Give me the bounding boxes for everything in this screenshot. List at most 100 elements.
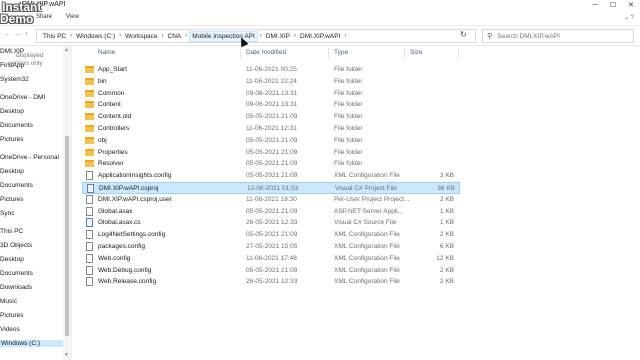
- file-name: Content.old: [98, 113, 132, 121]
- address-bar[interactable]: This PC › Windows (C:) › Workspace › CNA…: [36, 29, 476, 43]
- nav-item[interactable]: Pictures: [0, 312, 23, 319]
- chevron-down-icon[interactable]: ⌄ ?: [624, 14, 634, 21]
- table-row[interactable]: packages.config 27-05-2021 15:05 XML Confi…: [82, 241, 460, 253]
- nav-item[interactable]: Desktop: [0, 168, 24, 175]
- nav-item[interactable]: Documents: [0, 182, 33, 189]
- chevron-right-icon[interactable]: ›: [294, 33, 296, 39]
- cs-file-icon: [86, 218, 93, 228]
- table-row[interactable]: Web.config 11-06-2021 17:48 XML Configurat…: [82, 253, 460, 265]
- nav-scrollbar[interactable]: ▲ ▼: [63, 46, 71, 360]
- tab-share[interactable]: Share: [36, 14, 52, 20]
- table-row[interactable]: Web.Debug.config 05-05-2021 21:09 XML Conf…: [82, 265, 460, 277]
- column-header-date[interactable]: Date modified: [246, 49, 286, 56]
- file-icon: [86, 206, 93, 216]
- table-row[interactable]: obj 05-05-2021 21:09 File folder: [82, 135, 460, 147]
- search-icon: ⚲: [487, 33, 493, 40]
- table-row[interactable]: Resolver 05-05-2021 21:09 File folder: [82, 158, 460, 170]
- breadcrumb-dmi-xip[interactable]: DMI.XIP: [264, 32, 292, 41]
- file-type: File folder: [334, 66, 363, 73]
- column-header-name[interactable]: Name: [98, 49, 115, 56]
- nav-item[interactable]: Pictures: [0, 136, 23, 143]
- column-header-type[interactable]: Type: [334, 49, 348, 56]
- nav-item[interactable]: Desktop: [0, 256, 24, 263]
- column-divider[interactable]: [240, 48, 241, 59]
- nav-item[interactable]: Sync: [0, 210, 14, 217]
- scroll-down-icon[interactable]: ▼: [64, 352, 69, 358]
- table-row[interactable]: Controllers 11-06-2021 12:31 File folder: [82, 123, 460, 135]
- file-type: File folder: [334, 113, 363, 121]
- file-type: ASP.NET Server Appli...: [334, 207, 404, 215]
- column-divider[interactable]: [404, 48, 405, 59]
- table-row[interactable]: App_Start 11-06-2021 00:25 File folder: [82, 64, 460, 76]
- search-input[interactable]: [497, 32, 628, 40]
- file-name: Controllers: [98, 125, 130, 132]
- close-button[interactable]: ✕: [622, 0, 640, 10]
- breadcrumb-dmi-xip-wapi[interactable]: DMI.XIP.wAPI: [298, 32, 342, 41]
- nav-item[interactable]: Downloads: [0, 284, 32, 291]
- nav-item[interactable]: This PC: [0, 228, 23, 235]
- file-name: Content: [98, 101, 121, 109]
- up-arrow-icon[interactable]: ↑: [25, 31, 29, 38]
- file-name: packages.config: [98, 243, 145, 250]
- chevron-right-icon[interactable]: ›: [185, 33, 187, 39]
- breadcrumb-this-pc[interactable]: This PC: [41, 32, 68, 41]
- nav-item[interactable]: FirstApp: [0, 62, 24, 69]
- chevron-right-icon[interactable]: ›: [119, 33, 121, 39]
- file-size: 1 KB: [439, 219, 454, 227]
- search-box[interactable]: ⚲: [482, 29, 634, 43]
- scroll-up-icon[interactable]: ▲: [64, 47, 69, 53]
- forward-arrow-icon[interactable]: →: [14, 31, 21, 38]
- table-row[interactable]: DMI.XIP.wAPI.csproj.user 11-06-2021 18:30…: [82, 194, 460, 206]
- file-date: 05-05-2021 21:09: [246, 113, 298, 121]
- nav-item[interactable]: Music: [0, 298, 17, 305]
- nav-item[interactable]: OneDrive - Personal: [0, 154, 59, 161]
- column-header-size[interactable]: Size: [410, 49, 423, 56]
- breadcrumb-cna[interactable]: CNA: [166, 32, 184, 41]
- folder-icon: [85, 66, 94, 73]
- nav-item[interactable]: Documents: [0, 270, 33, 277]
- table-row[interactable]: Web.Release.config 26-05-2021 12:33 XML Co…: [82, 276, 460, 288]
- table-row[interactable]: Log4NetSettings.config 05-05-2021 21:09 XM…: [82, 229, 460, 241]
- column-divider[interactable]: [458, 48, 459, 59]
- nav-item[interactable]: OneDrive - DMI: [0, 94, 45, 101]
- table-row[interactable]: Content.old 05-05-2021 21:09 File folder: [82, 111, 460, 123]
- nav-item[interactable]: Pictures: [0, 196, 23, 203]
- table-row[interactable]: Global.asax 05-05-2021 21:09 ASP.NET Serve…: [82, 206, 460, 218]
- breadcrumb-mobile-inspection-api[interactable]: Mobile Inspection API: [189, 30, 258, 42]
- table-row[interactable]: Content 09-06-2021 13:31 File folder: [82, 99, 460, 111]
- nav-item[interactable]: Documents: [0, 122, 33, 129]
- nav-item-selected[interactable]: Windows (C:): [0, 340, 64, 347]
- breadcrumb-workspace[interactable]: Workspace: [123, 32, 159, 41]
- table-row-selected[interactable]: DMI.XIP.wAPI.csproj 12-06-2021 01:53 Visua…: [82, 182, 460, 194]
- table-row[interactable]: Global.asax.cs 26-05-2021 12:33 Visual C# …: [82, 217, 460, 229]
- scrollbar-thumb[interactable]: [65, 136, 69, 336]
- maximize-button[interactable]: ☐: [604, 0, 622, 10]
- file-size: 12 KB: [436, 254, 454, 262]
- nav-item[interactable]: Desktop: [0, 108, 24, 115]
- table-row[interactable]: Common 09-06-2021 13:31 File folder: [82, 88, 460, 100]
- breadcrumb-windows-c[interactable]: Windows (C:): [74, 32, 117, 41]
- nav-item[interactable]: 3D Objects: [0, 242, 32, 249]
- file-type: Visual C# Source File: [334, 219, 397, 227]
- nav-item[interactable]: Videos: [0, 326, 20, 333]
- table-row[interactable]: bin 11-06-2021 22:24 File folder: [82, 76, 460, 88]
- file-date: 09-06-2021 13:31: [246, 101, 298, 109]
- table-row[interactable]: ApplicationInsights.config 05-05-2021 21:…: [82, 170, 460, 182]
- chevron-right-icon[interactable]: ›: [70, 33, 72, 39]
- chevron-right-icon[interactable]: ›: [260, 33, 262, 39]
- nav-item[interactable]: DMI.XIP: [0, 48, 24, 55]
- refresh-icon[interactable]: ↻: [460, 30, 467, 39]
- chevron-right-icon[interactable]: ›: [344, 33, 346, 39]
- file-name: Properties: [98, 148, 128, 156]
- chevron-right-icon[interactable]: ›: [162, 33, 164, 39]
- nav-item[interactable]: System32: [0, 76, 29, 83]
- folder-icon: [85, 148, 94, 156]
- back-arrow-icon[interactable]: ←: [4, 31, 11, 38]
- tab-view[interactable]: View: [66, 14, 79, 20]
- file-type: File folder: [334, 125, 363, 132]
- minimize-button[interactable]: ─: [586, 0, 604, 10]
- column-divider[interactable]: [328, 48, 329, 59]
- table-row[interactable]: Properties 05-05-2021 21:09 File folder: [82, 147, 460, 159]
- file-name: obj: [98, 136, 107, 144]
- file-type: XML Configuration File: [334, 266, 400, 274]
